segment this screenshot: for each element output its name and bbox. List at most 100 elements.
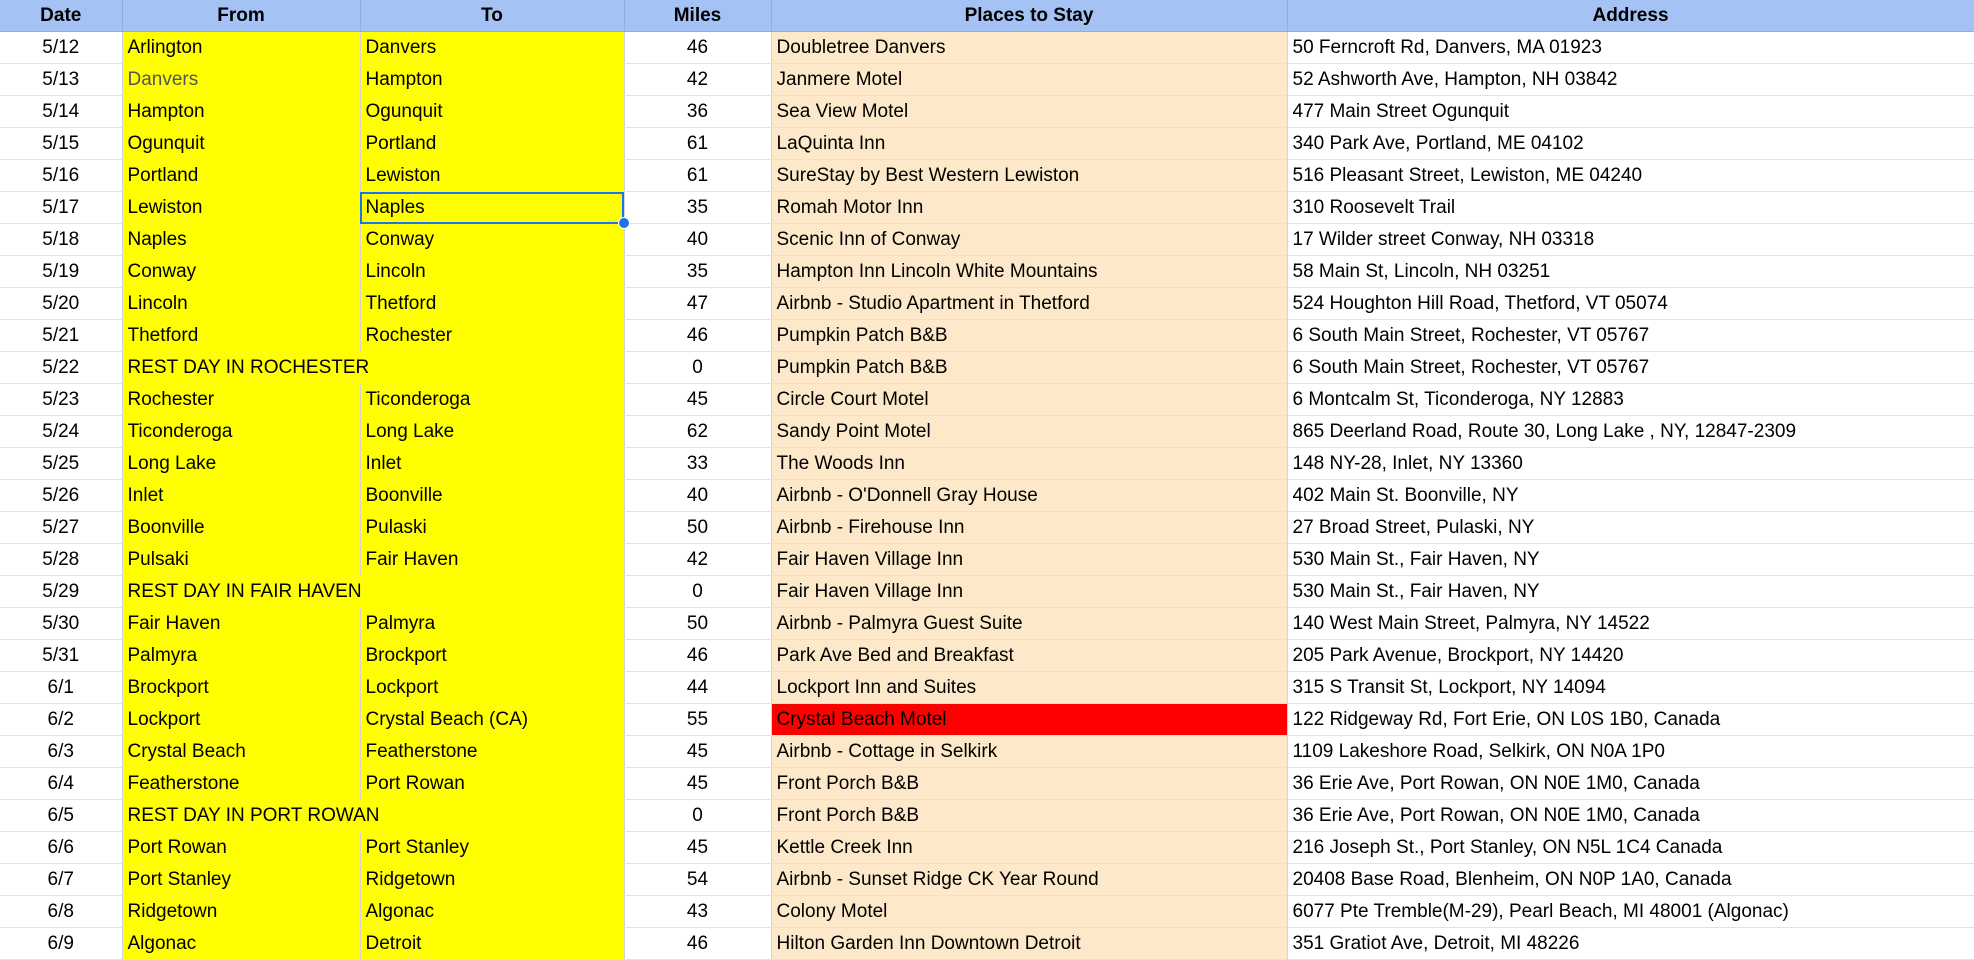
cell-from[interactable]: Algonac (122, 927, 361, 960)
cell-place[interactable]: Front Porch B&B (771, 799, 1288, 832)
cell-miles[interactable]: 62 (624, 415, 772, 448)
cell-to[interactable]: Pulaski (360, 511, 625, 544)
cell-from[interactable]: Port Rowan (122, 831, 361, 864)
fill-handle[interactable] (617, 217, 630, 229)
header-date[interactable]: Date (0, 0, 123, 32)
cell-miles[interactable]: 55 (624, 703, 772, 736)
cell-place[interactable]: Hampton Inn Lincoln White Mountains (771, 255, 1288, 288)
cell-address[interactable]: 1109 Lakeshore Road, Selkirk, ON N0A 1P0 (1287, 735, 1974, 768)
cell-place[interactable]: Romah Motor Inn (771, 191, 1288, 224)
cell-date[interactable]: 5/17 (0, 191, 123, 224)
cell-to[interactable]: Hampton (360, 63, 625, 96)
cell-miles[interactable]: 40 (624, 479, 772, 512)
cell-address[interactable]: 524 Houghton Hill Road, Thetford, VT 050… (1287, 287, 1974, 320)
cell-rest-day[interactable]: REST DAY IN FAIR HAVEN (122, 575, 625, 608)
cell-to[interactable]: Port Stanley (360, 831, 625, 864)
cell-place[interactable]: Pumpkin Patch B&B (771, 351, 1288, 384)
cell-date[interactable]: 5/22 (0, 351, 123, 384)
header-places-to-stay[interactable]: Places to Stay (771, 0, 1288, 32)
cell-from[interactable]: Ogunquit (122, 127, 361, 160)
cell-from[interactable]: Danvers (122, 63, 361, 96)
cell-address[interactable]: 315 S Transit St, Lockport, NY 14094 (1287, 671, 1974, 704)
cell-date[interactable]: 6/6 (0, 831, 123, 864)
cell-place[interactable]: Fair Haven Village Inn (771, 543, 1288, 576)
cell-date[interactable]: 5/15 (0, 127, 123, 160)
cell-place[interactable]: Colony Motel (771, 895, 1288, 928)
cell-miles[interactable]: 61 (624, 127, 772, 160)
cell-from[interactable]: Ridgetown (122, 895, 361, 928)
cell-to[interactable]: Long Lake (360, 415, 625, 448)
cell-place[interactable]: Fair Haven Village Inn (771, 575, 1288, 608)
cell-miles[interactable]: 45 (624, 383, 772, 416)
cell-place[interactable]: Airbnb - Firehouse Inn (771, 511, 1288, 544)
cell-miles[interactable]: 35 (624, 255, 772, 288)
cell-place[interactable]: Airbnb - O'Donnell Gray House (771, 479, 1288, 512)
cell-to[interactable]: Naples (360, 191, 630, 229)
cell-date[interactable]: 6/9 (0, 927, 123, 960)
cell-address[interactable]: 17 Wilder street Conway, NH 03318 (1287, 223, 1974, 256)
cell-from[interactable]: Thetford (122, 319, 361, 352)
header-miles[interactable]: Miles (624, 0, 772, 32)
cell-miles[interactable]: 42 (624, 63, 772, 96)
header-address[interactable]: Address (1287, 0, 1974, 32)
cell-address[interactable]: 140 West Main Street, Palmyra, NY 14522 (1287, 607, 1974, 640)
cell-to[interactable]: Featherstone (360, 735, 625, 768)
cell-address[interactable]: 865 Deerland Road, Route 30, Long Lake ,… (1287, 415, 1974, 448)
cell-place[interactable]: Airbnb - Cottage in Selkirk (771, 735, 1288, 768)
cell-address[interactable]: 58 Main St, Lincoln, NH 03251 (1287, 255, 1974, 288)
cell-place[interactable]: Sea View Motel (771, 95, 1288, 128)
cell-address[interactable]: 530 Main St., Fair Haven, NY (1287, 575, 1974, 608)
cell-place[interactable]: Doubletree Danvers (771, 31, 1288, 64)
cell-miles[interactable]: 43 (624, 895, 772, 928)
cell-miles[interactable]: 46 (624, 319, 772, 352)
header-to[interactable]: To (360, 0, 625, 32)
cell-from[interactable]: Inlet (122, 479, 361, 512)
cell-miles[interactable]: 35 (624, 191, 772, 224)
cell-from[interactable]: Lincoln (122, 287, 361, 320)
cell-date[interactable]: 5/18 (0, 223, 123, 256)
cell-miles[interactable]: 36 (624, 95, 772, 128)
cell-from[interactable]: Fair Haven (122, 607, 361, 640)
cell-address[interactable]: 50 Ferncroft Rd, Danvers, MA 01923 (1287, 31, 1974, 64)
cell-from[interactable]: Palmyra (122, 639, 361, 672)
cell-date[interactable]: 6/4 (0, 767, 123, 800)
cell-miles[interactable]: 45 (624, 767, 772, 800)
cell-to[interactable]: Palmyra (360, 607, 625, 640)
cell-date[interactable]: 5/28 (0, 543, 123, 576)
cell-to[interactable]: Lewiston (360, 159, 625, 192)
cell-miles[interactable]: 42 (624, 543, 772, 576)
cell-address[interactable]: 530 Main St., Fair Haven, NY (1287, 543, 1974, 576)
cell-address[interactable]: 340 Park Ave, Portland, ME 04102 (1287, 127, 1974, 160)
cell-miles[interactable]: 46 (624, 31, 772, 64)
cell-date[interactable]: 5/16 (0, 159, 123, 192)
cell-to[interactable]: Lincoln (360, 255, 625, 288)
cell-from[interactable]: Arlington (122, 31, 361, 64)
cell-date[interactable]: 5/19 (0, 255, 123, 288)
cell-date[interactable]: 5/31 (0, 639, 123, 672)
cell-date[interactable]: 5/26 (0, 479, 123, 512)
cell-date[interactable]: 6/3 (0, 735, 123, 768)
cell-date[interactable]: 6/7 (0, 863, 123, 896)
cell-date[interactable]: 5/20 (0, 287, 123, 320)
cell-address[interactable]: 351 Gratiot Ave, Detroit, MI 48226 (1287, 927, 1974, 960)
cell-date[interactable]: 5/27 (0, 511, 123, 544)
cell-address[interactable]: 205 Park Avenue, Brockport, NY 14420 (1287, 639, 1974, 672)
cell-place[interactable]: Airbnb - Sunset Ridge CK Year Round (771, 863, 1288, 896)
cell-place[interactable]: Pumpkin Patch B&B (771, 319, 1288, 352)
cell-to[interactable]: Inlet (360, 447, 625, 480)
cell-from[interactable]: Long Lake (122, 447, 361, 480)
cell-address[interactable]: 516 Pleasant Street, Lewiston, ME 04240 (1287, 159, 1974, 192)
cell-miles[interactable]: 45 (624, 735, 772, 768)
cell-miles[interactable]: 45 (624, 831, 772, 864)
cell-date[interactable]: 5/23 (0, 383, 123, 416)
cell-rest-day[interactable]: REST DAY IN ROCHESTER (122, 351, 625, 384)
cell-from[interactable]: Lewiston (122, 191, 361, 224)
cell-miles[interactable]: 50 (624, 511, 772, 544)
cell-to[interactable]: Algonac (360, 895, 625, 928)
cell-address[interactable]: 36 Erie Ave, Port Rowan, ON N0E 1M0, Can… (1287, 799, 1974, 832)
cell-place[interactable]: Lockport Inn and Suites (771, 671, 1288, 704)
cell-address[interactable]: 402 Main St. Boonville, NY (1287, 479, 1974, 512)
cell-date[interactable]: 6/1 (0, 671, 123, 704)
cell-date[interactable]: 5/12 (0, 31, 123, 64)
cell-place[interactable]: Circle Court Motel (771, 383, 1288, 416)
